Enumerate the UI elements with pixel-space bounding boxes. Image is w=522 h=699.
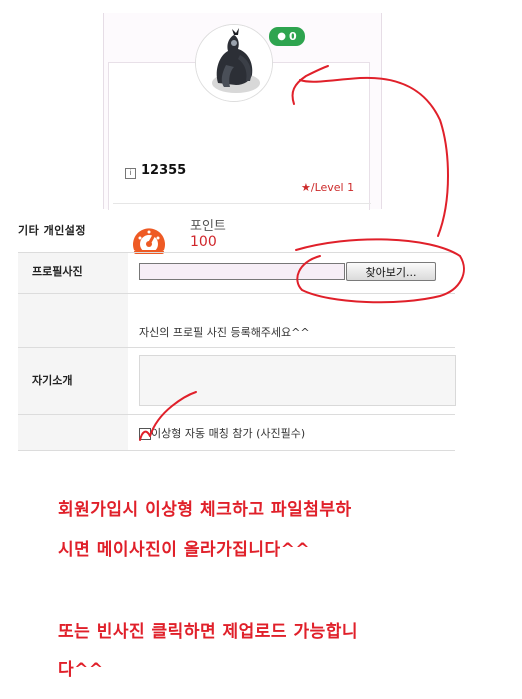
browse-button[interactable]: 찾아보기... <box>346 262 436 281</box>
match-label[interactable]: 이상형 자동 매칭 참가 (사진필수) <box>151 425 305 441</box>
star-icon: ★ <box>301 181 311 194</box>
file-path-input[interactable] <box>139 263 345 280</box>
point-value: 100 <box>190 234 217 250</box>
annotation-line-2: 시면 메이사진이 올라가집니다^^ <box>58 540 311 560</box>
photo-hint: 자신의 프로필 사진 등록해주세요^^ <box>139 326 310 339</box>
message-badge[interactable]: ● 0 <box>269 27 305 46</box>
profile-photo-label: 프로필사진 <box>32 265 83 278</box>
speedometer-icon <box>133 228 165 254</box>
level-text: /Level 1 <box>310 181 355 194</box>
avatar-image <box>196 25 272 101</box>
table-bottom-border <box>18 450 455 451</box>
profile-photo-label-cell: 프로필사진 <box>18 253 128 293</box>
level-label: ★/Level 1 <box>301 181 354 194</box>
message-count: 0 <box>289 30 297 43</box>
chat-bubble-icon: ● <box>277 31 287 42</box>
point-label: 포인트 <box>190 219 226 234</box>
section-title: 기타 개인설정 <box>18 224 87 237</box>
profile-card: i 12355 ★/Level 1 포인트 100 ● 0 <box>103 13 382 254</box>
match-checkbox[interactable] <box>139 428 151 440</box>
intro-label-cell: 자기소개 <box>18 348 128 414</box>
profile-avatar[interactable] <box>195 24 273 102</box>
annotation-line-1: 회원가입시 이상형 체크하고 파일첨부하 <box>58 500 352 520</box>
intro-label: 자기소개 <box>32 374 73 387</box>
annotation-line-4: 다^^ <box>58 660 104 680</box>
intro-textarea[interactable] <box>139 355 456 406</box>
annotation-line-3: 또는 빈사진 클릭하면 제업로드 가능합니 <box>58 622 359 642</box>
user-icon: i <box>125 168 136 179</box>
photo-hint-label-cell <box>18 294 128 347</box>
card-divider <box>113 203 371 204</box>
match-label-cell <box>18 415 128 450</box>
user-id: 12355 <box>141 163 187 178</box>
